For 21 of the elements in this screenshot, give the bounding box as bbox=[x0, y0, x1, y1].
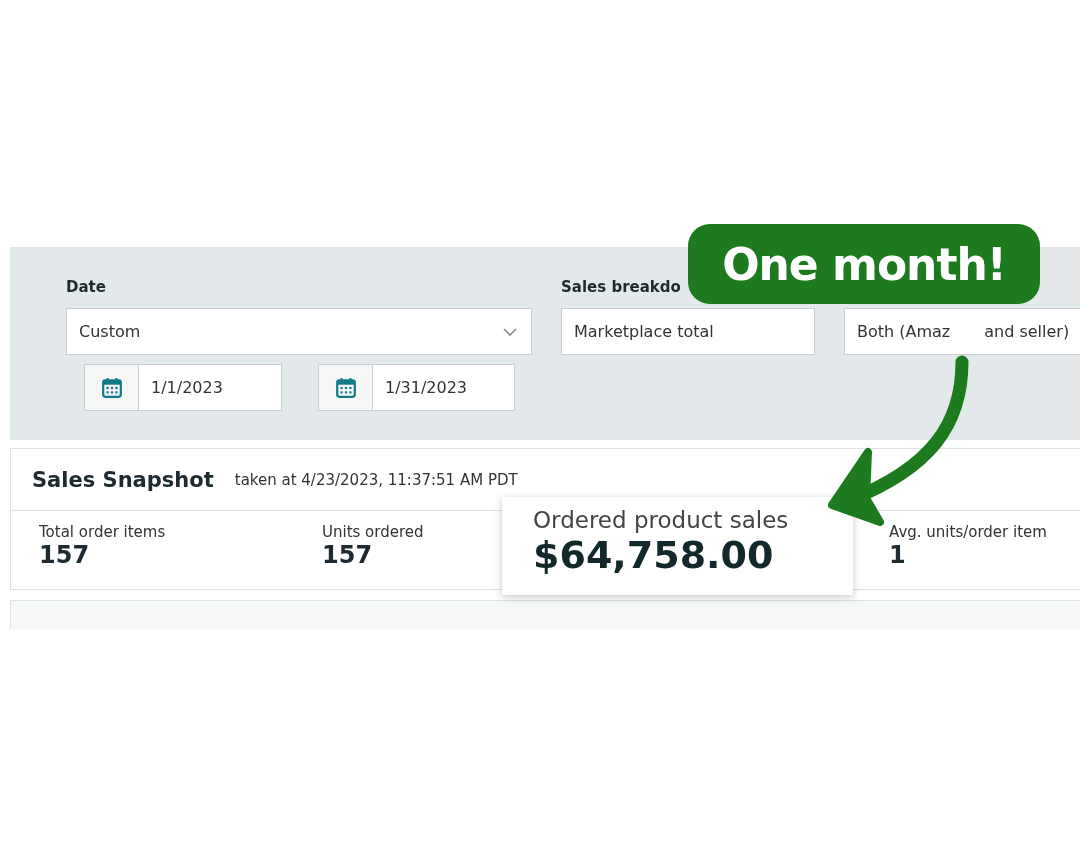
snapshot-title: Sales Snapshot bbox=[32, 467, 214, 492]
callout-bubble: One month! bbox=[688, 224, 1040, 304]
end-date-field[interactable]: 1/31/2023 bbox=[318, 364, 515, 411]
fulfillment-dropdown[interactable]: Both (Amaz and seller) bbox=[844, 308, 1080, 355]
metric-label: Ordered product sales bbox=[533, 507, 790, 533]
metric-value: 157 bbox=[39, 541, 91, 569]
date-dropdown[interactable]: Custom bbox=[66, 308, 532, 355]
sales-breakdown-label: Sales breakdo bbox=[561, 277, 681, 298]
calendar-icon bbox=[334, 376, 357, 399]
metric-value: 1 bbox=[889, 541, 907, 569]
chevron-down-icon bbox=[503, 327, 517, 336]
metric-label: Units ordered bbox=[322, 523, 425, 541]
calendar-icon bbox=[100, 376, 123, 399]
sales-breakdown-dropdown[interactable]: Marketplace total bbox=[561, 308, 815, 355]
metric-label: Total order items bbox=[39, 523, 167, 541]
metric-value: $64,758.00 bbox=[533, 533, 775, 577]
snapshot-timestamp: taken at 4/23/2023, 11:37:51 AM PDT bbox=[234, 470, 518, 489]
metric-value: 157 bbox=[322, 541, 374, 569]
date-label: Date bbox=[66, 277, 106, 298]
start-date-field[interactable]: 1/1/2023 bbox=[84, 364, 282, 411]
metric-label: Avg. units/order item bbox=[889, 523, 1048, 541]
